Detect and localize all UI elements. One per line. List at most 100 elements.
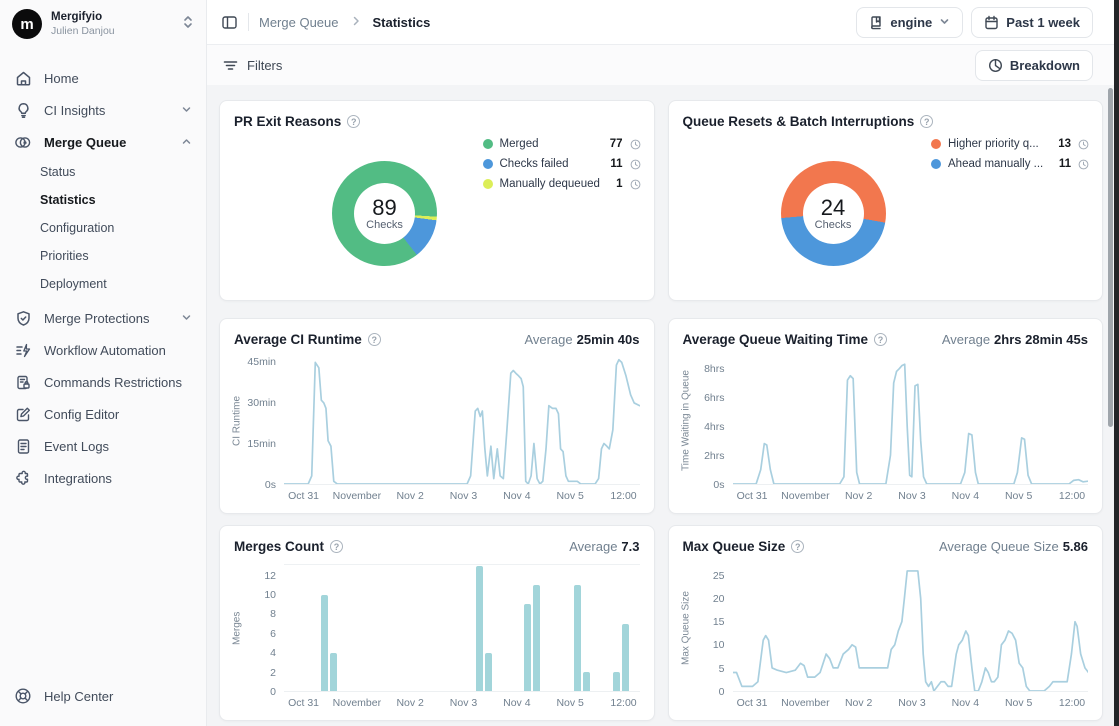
- max-queue-size-card: Max Queue Size Average Queue Size5.86 Ma…: [668, 525, 1104, 721]
- filters-button[interactable]: Filters: [223, 58, 282, 73]
- pie-chart-icon: [988, 58, 1003, 73]
- queue-resets-donut-chart[interactable]: 24 Checks: [781, 161, 886, 266]
- y-axis-tick: 0s: [265, 479, 276, 491]
- clock-icon[interactable]: [630, 179, 641, 190]
- sidebar-item-workflow-automation[interactable]: Workflow Automation: [0, 334, 206, 366]
- x-axis-tick: Oct 31: [737, 490, 768, 502]
- help-icon[interactable]: [347, 115, 360, 128]
- shield-check-icon: [14, 310, 32, 327]
- clock-icon[interactable]: [1078, 159, 1089, 170]
- y-axis-tick: 15: [713, 616, 725, 628]
- pr-exit-donut-chart[interactable]: 89 Checks: [332, 161, 437, 266]
- vertical-scrollbar[interactable]: [1108, 88, 1113, 427]
- y-axis-tick: 4: [270, 647, 276, 659]
- breadcrumb-page: Statistics: [373, 15, 431, 30]
- y-axis-title: Merges: [230, 564, 244, 692]
- y-axis-tick: 45min: [247, 356, 276, 368]
- bar[interactable]: [485, 653, 492, 691]
- chart-legend: Merged77 Checks failed11 Manually dequeued…: [483, 137, 641, 191]
- legend-item[interactable]: Manually dequeued1: [483, 177, 641, 191]
- bar[interactable]: [622, 624, 629, 691]
- merges-count-bar-chart[interactable]: [284, 564, 640, 692]
- help-center-link[interactable]: Help Center: [0, 680, 206, 712]
- clock-icon[interactable]: [630, 159, 641, 170]
- y-axis-title: Time Waiting in Queue: [679, 357, 693, 485]
- bar[interactable]: [524, 604, 531, 691]
- card-title: Average CI Runtime: [234, 332, 362, 347]
- top-bar: Merge Queue Statistics engine Past 1 wee…: [207, 0, 1119, 45]
- bar[interactable]: [330, 653, 337, 691]
- x-axis-tick: Nov 2: [396, 697, 423, 709]
- sidebar-item-ci-insights[interactable]: CI Insights: [0, 94, 206, 126]
- y-axis-tick: 10: [713, 639, 725, 651]
- repository-select-button[interactable]: engine: [856, 7, 963, 38]
- sidebar-item-label: Event Logs: [44, 439, 192, 454]
- clock-icon[interactable]: [630, 139, 641, 150]
- bar[interactable]: [476, 566, 483, 691]
- sidebar-subitem-statistics[interactable]: Statistics: [0, 186, 206, 214]
- sidebar-subitem-configuration[interactable]: Configuration: [0, 214, 206, 242]
- average-ci-runtime-card: Average CI Runtime Average25min 40s CI R…: [219, 318, 655, 514]
- y-axis-title: Max Queue Size: [679, 564, 693, 692]
- sidebar-item-commands-restrictions[interactable]: Commands Restrictions: [0, 366, 206, 398]
- help-icon[interactable]: [368, 333, 381, 346]
- sidebar-subitem-priorities[interactable]: Priorities: [0, 242, 206, 270]
- sidebar-item-event-logs[interactable]: Event Logs: [0, 430, 206, 462]
- average-value: 25min 40s: [577, 332, 640, 347]
- average-label: Average: [524, 332, 572, 347]
- y-axis-tick: 10: [264, 589, 276, 601]
- sidebar: m Mergifyio Julien Danjou Home CI Insigh…: [0, 0, 207, 726]
- legend-item[interactable]: Merged77: [483, 137, 641, 151]
- sidebar-item-home[interactable]: Home: [0, 62, 206, 94]
- y-axis-tick: 0: [719, 686, 725, 698]
- sidebar-item-merge-protections[interactable]: Merge Protections: [0, 302, 206, 334]
- breadcrumb-section[interactable]: Merge Queue: [259, 15, 339, 30]
- help-icon[interactable]: [874, 333, 887, 346]
- x-axis-tick: Nov 4: [503, 697, 530, 709]
- max-queue-size-line-chart[interactable]: [733, 564, 1089, 692]
- queue-resets-card: Queue Resets & Batch Interruptions 24 Ch…: [668, 100, 1104, 301]
- x-axis-tick: Nov 3: [898, 490, 925, 502]
- y-axis-tick: 12: [264, 570, 276, 582]
- help-icon[interactable]: [920, 115, 933, 128]
- chevron-up-icon: [181, 135, 192, 150]
- breakdown-button[interactable]: Breakdown: [975, 50, 1093, 81]
- chevron-down-icon: [939, 15, 950, 30]
- sidebar-toggle-icon[interactable]: [221, 14, 238, 31]
- card-title: Max Queue Size: [683, 539, 786, 554]
- card-title: Average Queue Waiting Time: [683, 332, 869, 347]
- ci-runtime-line-chart[interactable]: [284, 357, 640, 485]
- sidebar-item-label: Workflow Automation: [44, 343, 192, 358]
- x-axis-tick: November: [333, 490, 381, 502]
- sidebar-subitem-deployment[interactable]: Deployment: [0, 270, 206, 298]
- x-axis: Oct 31NovemberNov 2Nov 3Nov 4Nov 512:00: [284, 485, 640, 505]
- time-period-button[interactable]: Past 1 week: [971, 7, 1093, 38]
- bar[interactable]: [613, 672, 620, 691]
- sidebar-item-merge-queue[interactable]: Merge Queue: [0, 126, 206, 158]
- help-icon[interactable]: [791, 540, 804, 553]
- donut-total-label: Checks: [815, 219, 852, 231]
- legend-value: 11: [610, 158, 622, 170]
- y-axis-tick: 6hrs: [704, 392, 724, 404]
- sidebar-item-config-editor[interactable]: Config Editor: [0, 398, 206, 430]
- help-icon[interactable]: [330, 540, 343, 553]
- sidebar-subitem-label: Statistics: [40, 193, 96, 207]
- average-label: Average: [569, 539, 617, 554]
- legend-item[interactable]: Ahead manually ...11: [931, 157, 1089, 171]
- bar[interactable]: [574, 585, 581, 691]
- clock-icon[interactable]: [1078, 139, 1089, 150]
- legend-item[interactable]: Checks failed11: [483, 157, 641, 171]
- repository-name: engine: [890, 15, 932, 30]
- sidebar-subitem-status[interactable]: Status: [0, 158, 206, 186]
- legend-item[interactable]: Higher priority q...13: [931, 137, 1089, 151]
- x-axis-tick: Nov 4: [503, 490, 530, 502]
- chevron-down-icon: [181, 311, 192, 326]
- org-switcher[interactable]: m Mergifyio Julien Danjou: [0, 0, 206, 48]
- bar[interactable]: [321, 595, 328, 691]
- y-axis-tick: 30min: [247, 397, 276, 409]
- sidebar-item-integrations[interactable]: Integrations: [0, 462, 206, 494]
- bar[interactable]: [533, 585, 540, 691]
- mergify-logo: m: [12, 9, 42, 39]
- queue-waiting-line-chart[interactable]: [733, 357, 1089, 485]
- bar[interactable]: [583, 672, 590, 691]
